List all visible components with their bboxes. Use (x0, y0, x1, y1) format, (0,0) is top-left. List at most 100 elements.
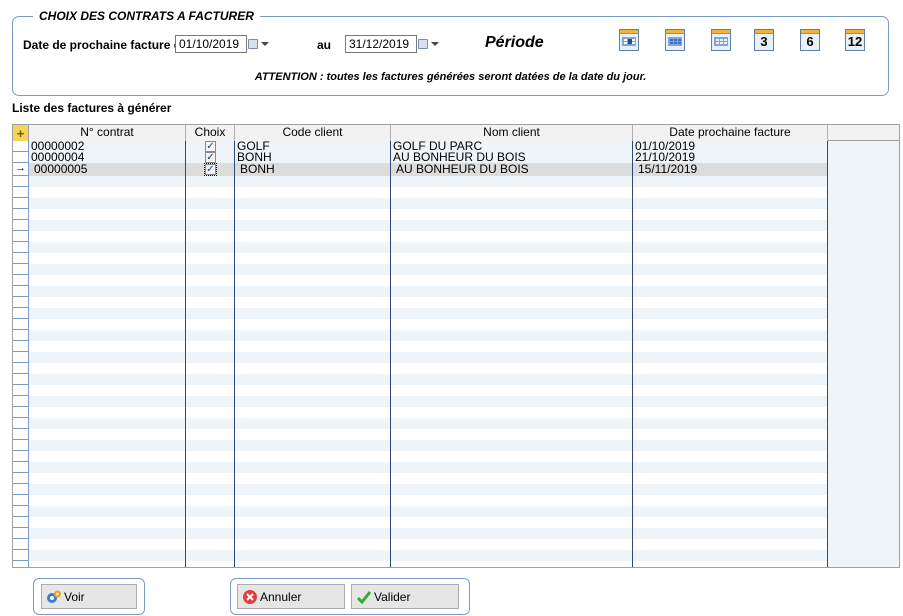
date-to-picker-button[interactable] (418, 36, 440, 52)
row-indicator[interactable] (13, 198, 29, 209)
row-indicator[interactable] (13, 319, 29, 330)
row-indicator[interactable] (13, 561, 29, 567)
row-indicator[interactable] (13, 374, 29, 385)
period-3-months-button[interactable]: 3 (754, 29, 774, 51)
current-row-arrow-icon: → (15, 162, 26, 174)
date-from-input[interactable] (175, 35, 247, 53)
row-indicator[interactable] (13, 352, 29, 363)
contracts-filter-group: CHOIX DES CONTRATS A FACTURER Date de pr… (12, 9, 889, 96)
row-indicator[interactable] (13, 451, 29, 462)
annuler-label: Annuler (260, 589, 302, 604)
period-day-button[interactable] (619, 29, 639, 51)
empty-row (13, 231, 828, 242)
empty-row (13, 264, 828, 275)
invoice-date-warning: ATTENTION : toutes les factures générées… (254, 71, 647, 83)
row-indicator[interactable] (13, 495, 29, 506)
empty-row (13, 308, 828, 319)
action-button-group: Annuler Valider (230, 578, 470, 615)
row-indicator[interactable]: → (13, 163, 29, 176)
cancel-x-icon (242, 589, 258, 605)
row-choice-checkbox[interactable]: ✓ (204, 163, 217, 176)
annuler-button[interactable]: Annuler (237, 584, 345, 609)
column-header-choix[interactable]: Choix (186, 125, 235, 141)
row-indicator[interactable] (13, 297, 29, 308)
row-indicator[interactable] (13, 385, 29, 396)
invoice-grid[interactable]: + N° contrat Choix Code client Nom clien… (12, 124, 900, 568)
empty-row (13, 429, 828, 440)
row-indicator[interactable] (13, 429, 29, 440)
row-indicator[interactable] (13, 396, 29, 407)
date-from-picker-button[interactable] (248, 36, 270, 52)
row-indicator[interactable] (13, 528, 29, 539)
empty-row (13, 528, 828, 539)
cell-code-client: BONH (240, 162, 275, 176)
row-indicator[interactable] (13, 275, 29, 286)
empty-row (13, 176, 828, 187)
row-indicator[interactable] (13, 407, 29, 418)
calendar-month-icon (714, 37, 728, 46)
row-indicator[interactable] (13, 550, 29, 561)
row-indicator[interactable] (13, 242, 29, 253)
row-indicator[interactable] (13, 418, 29, 429)
row-indicator[interactable] (13, 341, 29, 352)
period-week-button[interactable] (665, 29, 685, 51)
row-indicator[interactable] (13, 462, 29, 473)
row-choice-checkbox[interactable]: ✓ (205, 141, 216, 152)
empty-row (13, 451, 828, 462)
row-indicator[interactable] (13, 308, 29, 319)
row-indicator[interactable] (13, 539, 29, 550)
empty-row (13, 396, 828, 407)
row-indicator[interactable] (13, 473, 29, 484)
row-indicator[interactable] (13, 220, 29, 231)
voir-button[interactable]: Voir (41, 584, 137, 609)
valider-label: Valider (374, 589, 411, 604)
row-indicator[interactable] (13, 176, 29, 187)
empty-row (13, 374, 828, 385)
calendar-6-months-icon: 6 (806, 34, 814, 49)
empty-row (13, 385, 828, 396)
empty-row (13, 330, 828, 341)
period-12-months-button[interactable]: 12 (845, 29, 865, 51)
date-to-input[interactable] (345, 35, 417, 53)
empty-row (13, 550, 828, 561)
date-from-label: Date de prochaine facture d (23, 38, 182, 52)
calendar-12-months-icon: 12 (847, 34, 863, 49)
row-indicator[interactable] (13, 231, 29, 242)
row-indicator[interactable] (13, 187, 29, 198)
row-indicator[interactable] (13, 440, 29, 451)
date-to-label: au (317, 38, 332, 52)
period-month-button[interactable] (711, 29, 731, 51)
empty-row (13, 341, 828, 352)
row-indicator[interactable] (13, 209, 29, 220)
periode-label: Période (485, 34, 544, 51)
calendar-icon (248, 39, 258, 49)
empty-row (13, 418, 828, 429)
filter-group-legend: CHOIX DES CONTRATS A FACTURER (33, 9, 260, 23)
row-indicator[interactable] (13, 253, 29, 264)
empty-row (13, 275, 828, 286)
row-indicator[interactable] (13, 484, 29, 495)
table-row-selected[interactable]: 00000005 ✓ BONH AU BONHEUR DU BOIS 15/11… (13, 163, 828, 176)
empty-row (13, 495, 828, 506)
empty-row (13, 286, 828, 297)
row-indicator[interactable] (13, 264, 29, 275)
view-button-group: Voir (33, 578, 145, 615)
row-indicator[interactable] (13, 506, 29, 517)
cell-contrat: 00000005 (34, 162, 88, 176)
period-6-months-button[interactable]: 6 (800, 29, 820, 51)
voir-label: Voir (64, 589, 85, 604)
chevron-down-icon (261, 42, 269, 46)
row-indicator[interactable] (13, 517, 29, 528)
valider-button[interactable]: Valider (351, 584, 459, 609)
row-choice-checkbox[interactable]: ✓ (205, 152, 216, 163)
empty-row (13, 352, 828, 363)
add-row-icon[interactable]: + (13, 125, 29, 141)
row-indicator[interactable] (13, 286, 29, 297)
row-indicator[interactable] (13, 363, 29, 374)
view-gears-icon (46, 589, 62, 605)
row-indicator[interactable] (13, 141, 29, 152)
empty-row (13, 253, 828, 264)
row-indicator[interactable] (13, 330, 29, 341)
empty-row (13, 462, 828, 473)
empty-row (13, 484, 828, 495)
